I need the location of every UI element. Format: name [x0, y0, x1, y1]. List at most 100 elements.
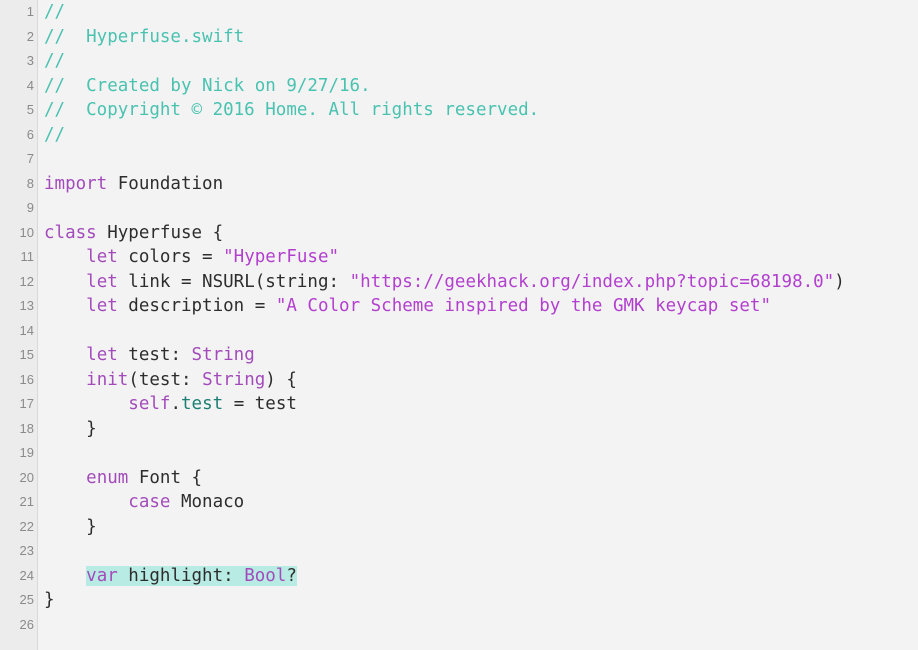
- line-number: 5: [26, 102, 34, 117]
- code-line[interactable]: 3 //: [0, 49, 918, 74]
- code-token: //: [44, 2, 66, 22]
- line-number: 15: [19, 347, 34, 362]
- code-line[interactable]: 22 }: [0, 515, 918, 540]
- line-number: 4: [26, 77, 34, 93]
- line-number: 9: [26, 200, 34, 215]
- code-text[interactable]: let description = "A Color Scheme inspir…: [44, 294, 771, 319]
- code-token: //: [44, 51, 66, 71]
- code-token: Foundation: [107, 173, 224, 194]
- line-number: 23: [19, 543, 34, 558]
- code-line[interactable]: 18 }: [0, 417, 918, 442]
- code-text[interactable]: import Foundation: [44, 172, 223, 197]
- code-text[interactable]: // Copyright © 2016 Home. All rights res…: [44, 98, 539, 123]
- code-token: init: [86, 369, 129, 390]
- code-token: }: [44, 418, 97, 439]
- code-text[interactable]: }: [44, 588, 55, 613]
- code-line[interactable]: 11 let colors = "HyperFuse": [0, 245, 918, 270]
- code-token: "https://geekhack.org/index.php?topic=68…: [349, 271, 835, 292]
- line-number: 8: [26, 175, 34, 191]
- code-line[interactable]: 21 case Monaco: [0, 490, 918, 515]
- code-token: "HyperFuse": [223, 247, 340, 267]
- line-number: 17: [19, 396, 34, 411]
- code-line[interactable]: 20 enum Font {: [0, 466, 918, 491]
- code-line[interactable]: 23: [0, 539, 918, 564]
- code-line[interactable]: 15 let test: String: [0, 343, 918, 368]
- code-text[interactable]: enum Font {: [44, 466, 202, 491]
- code-token: String: [202, 369, 266, 390]
- code-text[interactable]: // Hyperfuse.swift: [44, 25, 244, 50]
- code-text[interactable]: class Hyperfuse {: [44, 221, 223, 246]
- line-number: 18: [19, 420, 34, 436]
- code-line[interactable]: 5 // Copyright © 2016 Home. All rights re…: [0, 98, 918, 123]
- code-line[interactable]: 25}: [0, 588, 918, 613]
- code-text[interactable]: }: [44, 417, 97, 442]
- code-line[interactable]: 13 let description = "A Color Scheme ins…: [0, 294, 918, 319]
- code-text[interactable]: }: [44, 515, 97, 540]
- line-number: 12: [19, 273, 34, 289]
- code-text[interactable]: // Created by Nick on 9/27/16.: [44, 74, 371, 99]
- code-token: // Created by Nick on 9/27/16.: [44, 75, 371, 96]
- code-token: "A Color Scheme inspired by the GMK keyc…: [275, 296, 771, 316]
- code-line[interactable]: 8 import Foundation: [0, 172, 918, 197]
- code-token: case: [128, 492, 171, 512]
- code-token: description =: [117, 296, 276, 316]
- code-text[interactable]: let test: String: [44, 343, 255, 368]
- code-token: enum: [86, 467, 129, 488]
- code-token: Hyperfuse {: [96, 222, 224, 243]
- code-token: ): [834, 271, 845, 292]
- line-number: 1: [26, 4, 34, 19]
- code-text[interactable]: var highlight: Bool?: [44, 564, 297, 589]
- code-line[interactable]: 1 //: [0, 0, 918, 25]
- code-token: }: [44, 590, 55, 610]
- code-line[interactable]: 7: [0, 147, 918, 172]
- code-text[interactable]: init(test: String) {: [44, 368, 297, 393]
- code-token: //: [44, 124, 66, 145]
- code-line[interactable]: 2 // Hyperfuse.swift: [0, 25, 918, 50]
- line-number: 19: [19, 445, 34, 460]
- code-token: test:: [117, 345, 192, 365]
- line-number: 14: [19, 322, 34, 338]
- code-text[interactable]: //: [44, 49, 65, 74]
- code-token: Bool: [244, 565, 287, 586]
- code-token: highlight:: [117, 565, 245, 586]
- line-number: 3: [26, 53, 34, 68]
- code-token: ) {: [265, 369, 297, 390]
- code-line[interactable]: 16 init(test: String) {: [0, 368, 918, 393]
- code-token: self: [128, 394, 171, 414]
- code-line[interactable]: 6 //: [0, 123, 918, 148]
- code-token: // Hyperfuse.swift: [44, 26, 245, 47]
- line-number: 22: [19, 518, 34, 534]
- code-token: let: [86, 271, 118, 292]
- code-line[interactable]: 9: [0, 196, 918, 221]
- code-token: let: [86, 345, 118, 365]
- code-text[interactable]: //: [44, 0, 65, 25]
- code-line[interactable]: 4 // Created by Nick on 9/27/16.: [0, 74, 918, 99]
- code-text[interactable]: //: [44, 123, 65, 148]
- code-token: test: [181, 394, 224, 414]
- code-text[interactable]: self.test = test: [44, 392, 297, 417]
- code-text[interactable]: let link = NSURL(string: "https://geekha…: [44, 270, 845, 295]
- code-line[interactable]: 14: [0, 319, 918, 344]
- code-token: Font {: [128, 467, 203, 488]
- code-editor[interactable]: 1 // 2 // Hyperfuse.swift 3 // 4 // Created by …: [0, 0, 918, 650]
- line-number: 2: [26, 28, 34, 44]
- code-token: (test:: [128, 369, 203, 390]
- code-line[interactable]: 12 let link = NSURL(string: "https://gee…: [0, 270, 918, 295]
- code-line[interactable]: 24 var highlight: Bool?: [0, 564, 918, 589]
- code-token: let: [86, 296, 118, 316]
- code-text[interactable]: let colors = "HyperFuse": [44, 245, 339, 270]
- code-line[interactable]: 26: [0, 613, 918, 638]
- code-line[interactable]: 19: [0, 441, 918, 466]
- code-line[interactable]: 10 class Hyperfuse {: [0, 221, 918, 246]
- code-line[interactable]: 17 self.test = test: [0, 392, 918, 417]
- code-text[interactable]: case Monaco: [44, 490, 244, 515]
- code-token: import: [44, 173, 108, 194]
